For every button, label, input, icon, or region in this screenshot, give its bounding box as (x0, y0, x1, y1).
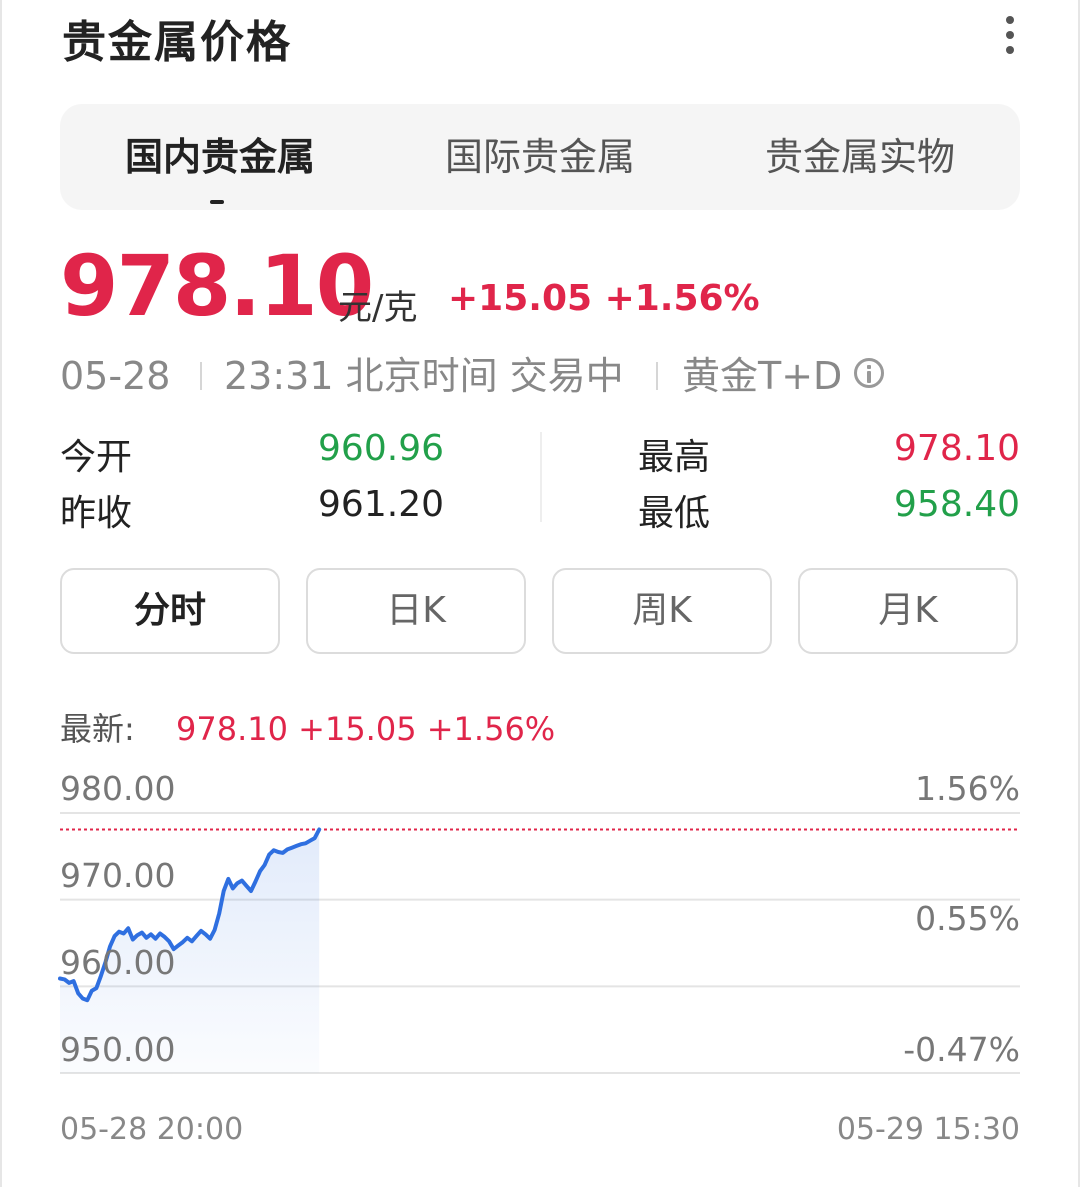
quote-meta: 05-28 23:31 北京时间 交易中 黄金T+D (60, 346, 1020, 406)
open-label: 今开 (60, 437, 133, 478)
y-axis-label-left: 970.00 (60, 856, 175, 895)
y-axis-label-left: 960.00 (60, 943, 175, 982)
tab-physical[interactable]: 贵金属实物 (700, 104, 1020, 210)
more-dot (1006, 31, 1014, 39)
stats-divider (540, 432, 542, 522)
tab-domestic[interactable]: 国内贵金属 (60, 104, 380, 210)
quote-time-status: 23:31 北京时间 交易中 (224, 354, 624, 398)
page-title: 贵金属价格 (62, 17, 292, 68)
meta-separator (200, 362, 202, 390)
period-tab-daily[interactable]: 日K (306, 568, 526, 654)
x-axis-end-label: 05-29 15:30 (837, 1112, 1020, 1147)
y-axis-label-left: 980.00 (60, 769, 175, 808)
current-price: 978.10 (60, 237, 374, 335)
frame-edge-left (0, 0, 2, 1187)
high-label: 最高 (638, 437, 711, 478)
latest-row: 最新: 978.10 +15.05 +1.56% (60, 704, 1020, 754)
period-tabs: 分时 日K 周K 月K (60, 568, 1020, 654)
quote-date: 05-28 (60, 354, 171, 398)
prev-close-label: 昨收 (60, 493, 133, 534)
header: 贵金属价格 (62, 0, 1022, 80)
quote-stats: 今开 960.96 昨收 961.20 最高 978.10 最低 958.40 (60, 424, 1020, 534)
more-vertical-icon[interactable] (998, 12, 1022, 58)
period-tab-intraday[interactable]: 分时 (60, 568, 280, 654)
y-axis-label-right: -0.47% (903, 1030, 1020, 1069)
price-change: +15.05 +1.56% (448, 278, 760, 319)
y-axis-label-right: 0.55% (915, 899, 1020, 938)
period-tab-monthly[interactable]: 月K (798, 568, 1018, 654)
price-area (60, 829, 320, 1073)
meta-separator (656, 362, 658, 390)
prev-close-value: 961.20 (318, 484, 444, 525)
low-label: 最低 (638, 493, 711, 534)
x-axis-start-label: 05-28 20:00 (60, 1112, 243, 1147)
y-axis-label-right: 1.56% (915, 769, 1020, 808)
high-value: 978.10 (894, 428, 1020, 469)
period-tab-weekly[interactable]: 周K (552, 568, 772, 654)
latest-label: 最新: (60, 710, 135, 748)
price-line (58, 827, 322, 1003)
low-value: 958.40 (894, 484, 1020, 525)
y-axis-label-left: 950.00 (60, 1030, 175, 1069)
active-tab-indicator (210, 200, 224, 204)
more-dot (1006, 16, 1014, 24)
tab-international[interactable]: 国际贵金属 (380, 104, 700, 210)
market-tabs: 国内贵金属 国际贵金属 贵金属实物 (60, 104, 1020, 210)
instrument-name: 黄金T+D (682, 354, 843, 398)
price-unit: 元/克 (338, 288, 418, 328)
latest-value: 978.10 +15.05 +1.56% (176, 710, 556, 748)
open-value: 960.96 (318, 428, 444, 469)
more-dot (1006, 46, 1014, 54)
price-row: 978.10 元/克 +15.05 +1.56% (60, 236, 1020, 336)
info-icon[interactable] (854, 358, 884, 388)
